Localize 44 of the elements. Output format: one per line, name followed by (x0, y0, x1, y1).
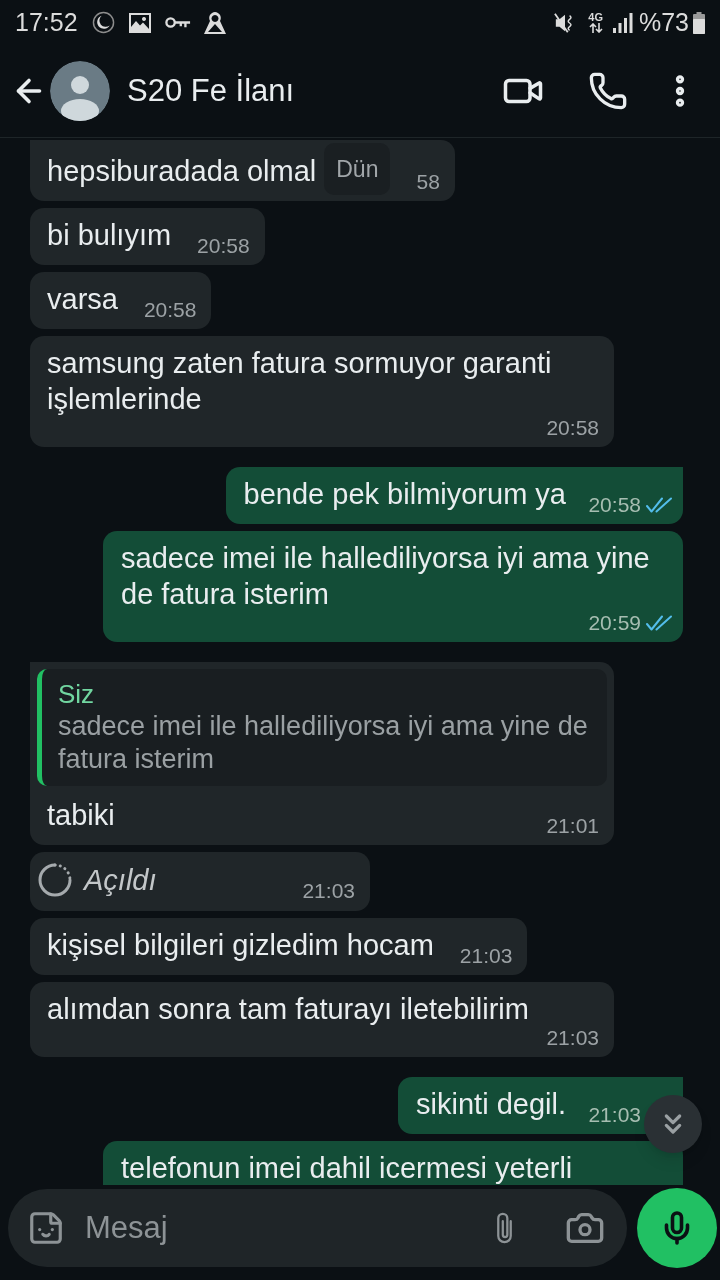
message-text: samsung zaten fatura sormuyor garanti işlemlerinde (47, 347, 552, 415)
message-time: 20:58 (546, 415, 599, 441)
triangle-icon (202, 10, 227, 35)
moon-icon (91, 11, 115, 34)
message-text: Açıldı (84, 863, 157, 898)
dashed-circle-icon (38, 863, 72, 897)
message-text: alımdan sonra tam faturayı iletebilirim (47, 993, 529, 1025)
paperclip-icon[interactable] (496, 1210, 513, 1245)
battery-icon (693, 11, 705, 34)
message-time: 21:01 (546, 813, 599, 839)
message-time: 21:03 (459, 943, 513, 969)
message-text: telefonun imei dahil icermesi yeterli (121, 1152, 573, 1184)
message-field[interactable]: Mesaj (8, 1188, 627, 1267)
message-text: bi bulıyım (47, 219, 172, 251)
key-icon (164, 16, 191, 29)
message-input[interactable]: Mesaj (85, 1207, 484, 1248)
quoted-message[interactable]: Siz sadece imei ile hallediliyorsa iyi ama yine de fatura isterim (37, 669, 607, 786)
message-time: 21:03 (546, 1025, 599, 1051)
message-time: 21:03 (588, 1102, 641, 1128)
quote-text: sadece imei ile hallediliyorsa iyi ama yine de fatura isterim (58, 710, 589, 776)
message-time: 20:58 (588, 492, 641, 518)
message-time: 58 (416, 169, 440, 195)
message-text: sadece imei ile hallediliyorsa iyi ama yine de fatura isterim (121, 542, 650, 610)
message-text: varsa (47, 283, 118, 315)
message-time: 21:03 (302, 878, 355, 904)
message-time: 20:59 (588, 610, 641, 636)
message-text: bende pek bilmiyorum ya (243, 478, 566, 510)
date-chip: Dün (324, 143, 391, 195)
message-text: sikinti degil. (416, 1088, 566, 1120)
phone-icon[interactable] (588, 71, 628, 111)
chat-title[interactable]: S20 Fe İlanı (127, 67, 295, 115)
battery-percent: %73 (638, 6, 689, 38)
quote-author: Siz (58, 678, 96, 710)
network-type: 4G (588, 12, 603, 23)
message-text: kişisel bilgileri gizledim hocam (47, 929, 434, 961)
image-icon (128, 12, 151, 33)
avatar-icon[interactable] (50, 61, 110, 121)
message-text: hepsiburadada olmal (47, 155, 317, 187)
data-arrows-icon (588, 23, 603, 33)
message-time: 20:58 (197, 233, 250, 259)
signal-icon (612, 12, 633, 33)
status-time: 17:52 (15, 6, 78, 38)
message-time: 20:58 (143, 297, 197, 323)
message-text: tabiki (47, 799, 115, 831)
